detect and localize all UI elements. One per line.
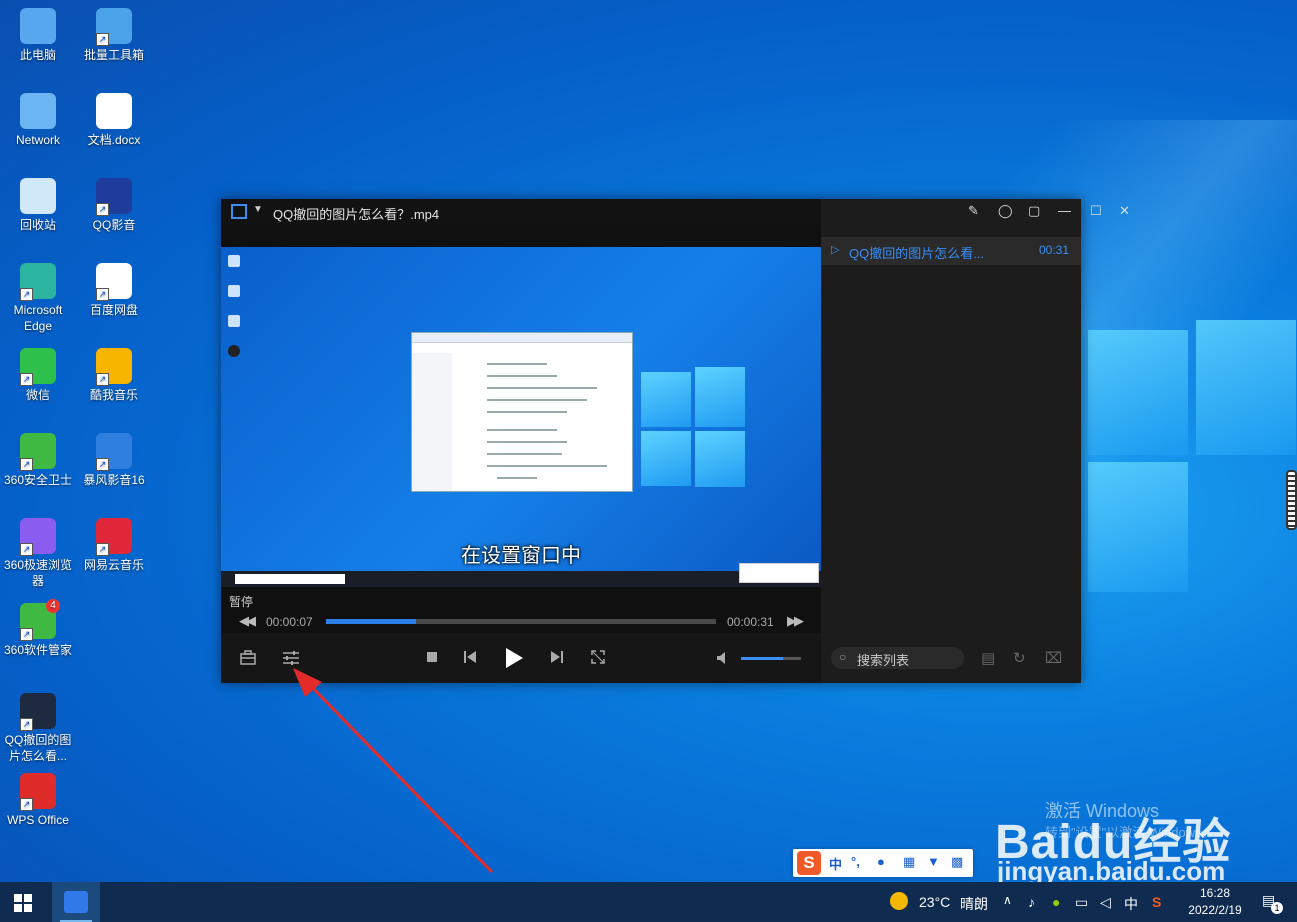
cursor-scroll-indicator — [1286, 470, 1297, 530]
system-clock[interactable]: 16:28 2022/2/19 — [1180, 885, 1250, 919]
punctuation-icon[interactable]: °, — [851, 854, 860, 869]
taskbar-app-qq-player[interactable] — [52, 882, 100, 922]
ime-indicator[interactable]: 中 — [1124, 894, 1138, 914]
ime-mode[interactable]: 中 — [829, 854, 842, 873]
sogou-tray-icon[interactable]: S — [1152, 894, 1161, 910]
weather-text[interactable]: 晴朗 — [960, 894, 988, 914]
skin-icon[interactable]: ▼ — [927, 854, 940, 869]
start-button[interactable] — [14, 894, 32, 912]
clock-time: 16:28 — [1199, 886, 1231, 900]
annotation-arrow — [293, 668, 494, 874]
360-tray-icon[interactable]: ● — [1052, 894, 1060, 910]
toolbox-grid-icon[interactable]: ▩ — [951, 854, 963, 870]
sogou-icon[interactable]: S — [797, 851, 821, 875]
ime-toolbar[interactable]: S 中 °, ● ▦ ▼ ▩ — [793, 849, 973, 877]
speaker-icon[interactable]: ◁ — [1100, 894, 1111, 911]
taskbar: 23°C 晴朗 ∧ ♪ ● ▭ ◁ 中 S 16:28 2022/2/19 ▤ … — [0, 882, 1297, 922]
network-icon[interactable]: ▭ — [1075, 894, 1088, 911]
notification-count: 1 — [1271, 902, 1283, 914]
show-hidden-icons[interactable]: ∧ — [1003, 893, 1012, 907]
weather-sun-icon[interactable] — [890, 892, 908, 910]
weather-temp[interactable]: 23°C — [919, 894, 950, 910]
notification-bell-icon[interactable]: ♪ — [1028, 894, 1035, 910]
microphone-icon[interactable]: ● — [877, 854, 885, 869]
qq-player-icon — [64, 891, 88, 913]
clock-date: 2022/2/19 — [1188, 903, 1242, 917]
keyboard-icon[interactable]: ▦ — [903, 854, 915, 870]
